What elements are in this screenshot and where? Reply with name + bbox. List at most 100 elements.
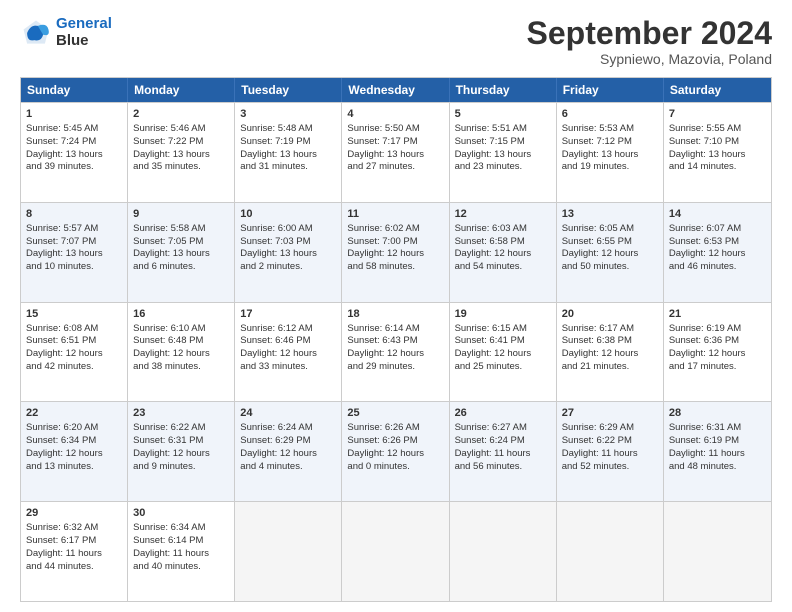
calendar-cell: 17Sunrise: 6:12 AM Sunset: 6:46 PM Dayli…: [235, 303, 342, 402]
header-day-sunday: Sunday: [21, 78, 128, 102]
calendar-cell: 4Sunrise: 5:50 AM Sunset: 7:17 PM Daylig…: [342, 103, 449, 202]
day-number: 24: [240, 406, 336, 421]
day-number: 11: [347, 207, 443, 222]
calendar-cell: 5Sunrise: 5:51 AM Sunset: 7:15 PM Daylig…: [450, 103, 557, 202]
day-info: Sunrise: 6:02 AM Sunset: 7:00 PM Dayligh…: [347, 223, 424, 272]
day-number: 8: [26, 207, 122, 222]
header: General Blue September 2024 Sypniewo, Ma…: [20, 16, 772, 67]
calendar-cell: [450, 502, 557, 601]
calendar-cell: 13Sunrise: 6:05 AM Sunset: 6:55 PM Dayli…: [557, 203, 664, 302]
calendar-cell: 12Sunrise: 6:03 AM Sunset: 6:58 PM Dayli…: [450, 203, 557, 302]
day-number: 20: [562, 307, 658, 322]
calendar-cell: 18Sunrise: 6:14 AM Sunset: 6:43 PM Dayli…: [342, 303, 449, 402]
day-number: 9: [133, 207, 229, 222]
day-info: Sunrise: 6:27 AM Sunset: 6:24 PM Dayligh…: [455, 422, 531, 471]
calendar-row-3: 15Sunrise: 6:08 AM Sunset: 6:51 PM Dayli…: [21, 302, 771, 402]
logo-text: General Blue: [56, 16, 112, 49]
day-info: Sunrise: 5:50 AM Sunset: 7:17 PM Dayligh…: [347, 123, 424, 172]
day-number: 25: [347, 406, 443, 421]
day-number: 3: [240, 107, 336, 122]
day-number: 29: [26, 506, 122, 521]
calendar-cell: 20Sunrise: 6:17 AM Sunset: 6:38 PM Dayli…: [557, 303, 664, 402]
calendar-body: 1Sunrise: 5:45 AM Sunset: 7:24 PM Daylig…: [21, 102, 771, 601]
day-number: 22: [26, 406, 122, 421]
day-number: 1: [26, 107, 122, 122]
day-info: Sunrise: 6:10 AM Sunset: 6:48 PM Dayligh…: [133, 323, 210, 372]
calendar-cell: 23Sunrise: 6:22 AM Sunset: 6:31 PM Dayli…: [128, 402, 235, 501]
day-info: Sunrise: 6:34 AM Sunset: 6:14 PM Dayligh…: [133, 522, 209, 571]
logo: General Blue: [20, 16, 112, 49]
header-day-wednesday: Wednesday: [342, 78, 449, 102]
calendar-cell: [342, 502, 449, 601]
day-info: Sunrise: 6:29 AM Sunset: 6:22 PM Dayligh…: [562, 422, 638, 471]
calendar-row-5: 29Sunrise: 6:32 AM Sunset: 6:17 PM Dayli…: [21, 501, 771, 601]
day-number: 17: [240, 307, 336, 322]
day-number: 21: [669, 307, 766, 322]
day-info: Sunrise: 5:57 AM Sunset: 7:07 PM Dayligh…: [26, 223, 103, 272]
day-number: 18: [347, 307, 443, 322]
day-number: 4: [347, 107, 443, 122]
day-number: 6: [562, 107, 658, 122]
day-number: 16: [133, 307, 229, 322]
day-info: Sunrise: 5:46 AM Sunset: 7:22 PM Dayligh…: [133, 123, 210, 172]
day-number: 15: [26, 307, 122, 322]
calendar-cell: 22Sunrise: 6:20 AM Sunset: 6:34 PM Dayli…: [21, 402, 128, 501]
day-info: Sunrise: 6:15 AM Sunset: 6:41 PM Dayligh…: [455, 323, 532, 372]
day-info: Sunrise: 6:17 AM Sunset: 6:38 PM Dayligh…: [562, 323, 639, 372]
calendar-header: SundayMondayTuesdayWednesdayThursdayFrid…: [21, 78, 771, 102]
calendar-cell: 14Sunrise: 6:07 AM Sunset: 6:53 PM Dayli…: [664, 203, 771, 302]
day-number: 19: [455, 307, 551, 322]
header-day-saturday: Saturday: [664, 78, 771, 102]
logo-icon: [20, 17, 52, 49]
day-info: Sunrise: 5:53 AM Sunset: 7:12 PM Dayligh…: [562, 123, 639, 172]
calendar: SundayMondayTuesdayWednesdayThursdayFrid…: [20, 77, 772, 602]
header-day-monday: Monday: [128, 78, 235, 102]
day-number: 13: [562, 207, 658, 222]
day-info: Sunrise: 6:26 AM Sunset: 6:26 PM Dayligh…: [347, 422, 424, 471]
calendar-row-4: 22Sunrise: 6:20 AM Sunset: 6:34 PM Dayli…: [21, 401, 771, 501]
day-info: Sunrise: 6:14 AM Sunset: 6:43 PM Dayligh…: [347, 323, 424, 372]
location: Sypniewo, Mazovia, Poland: [527, 51, 772, 67]
header-day-thursday: Thursday: [450, 78, 557, 102]
day-info: Sunrise: 5:55 AM Sunset: 7:10 PM Dayligh…: [669, 123, 746, 172]
day-info: Sunrise: 6:05 AM Sunset: 6:55 PM Dayligh…: [562, 223, 639, 272]
day-info: Sunrise: 6:19 AM Sunset: 6:36 PM Dayligh…: [669, 323, 746, 372]
calendar-cell: 30Sunrise: 6:34 AM Sunset: 6:14 PM Dayli…: [128, 502, 235, 601]
calendar-cell: 3Sunrise: 5:48 AM Sunset: 7:19 PM Daylig…: [235, 103, 342, 202]
calendar-cell: 11Sunrise: 6:02 AM Sunset: 7:00 PM Dayli…: [342, 203, 449, 302]
day-info: Sunrise: 6:32 AM Sunset: 6:17 PM Dayligh…: [26, 522, 102, 571]
day-info: Sunrise: 6:07 AM Sunset: 6:53 PM Dayligh…: [669, 223, 746, 272]
header-day-tuesday: Tuesday: [235, 78, 342, 102]
day-number: 23: [133, 406, 229, 421]
day-info: Sunrise: 6:24 AM Sunset: 6:29 PM Dayligh…: [240, 422, 317, 471]
day-number: 7: [669, 107, 766, 122]
calendar-cell: 19Sunrise: 6:15 AM Sunset: 6:41 PM Dayli…: [450, 303, 557, 402]
calendar-cell: 21Sunrise: 6:19 AM Sunset: 6:36 PM Dayli…: [664, 303, 771, 402]
page: General Blue September 2024 Sypniewo, Ma…: [0, 0, 792, 612]
calendar-cell: 16Sunrise: 6:10 AM Sunset: 6:48 PM Dayli…: [128, 303, 235, 402]
day-number: 30: [133, 506, 229, 521]
calendar-cell: 25Sunrise: 6:26 AM Sunset: 6:26 PM Dayli…: [342, 402, 449, 501]
calendar-cell: 2Sunrise: 5:46 AM Sunset: 7:22 PM Daylig…: [128, 103, 235, 202]
calendar-row-1: 1Sunrise: 5:45 AM Sunset: 7:24 PM Daylig…: [21, 102, 771, 202]
calendar-cell: [235, 502, 342, 601]
calendar-cell: 27Sunrise: 6:29 AM Sunset: 6:22 PM Dayli…: [557, 402, 664, 501]
calendar-cell: 28Sunrise: 6:31 AM Sunset: 6:19 PM Dayli…: [664, 402, 771, 501]
calendar-cell: 6Sunrise: 5:53 AM Sunset: 7:12 PM Daylig…: [557, 103, 664, 202]
day-number: 10: [240, 207, 336, 222]
calendar-cell: [664, 502, 771, 601]
day-info: Sunrise: 5:45 AM Sunset: 7:24 PM Dayligh…: [26, 123, 103, 172]
day-info: Sunrise: 6:03 AM Sunset: 6:58 PM Dayligh…: [455, 223, 532, 272]
day-info: Sunrise: 6:20 AM Sunset: 6:34 PM Dayligh…: [26, 422, 103, 471]
day-info: Sunrise: 5:58 AM Sunset: 7:05 PM Dayligh…: [133, 223, 210, 272]
calendar-cell: 15Sunrise: 6:08 AM Sunset: 6:51 PM Dayli…: [21, 303, 128, 402]
day-info: Sunrise: 6:22 AM Sunset: 6:31 PM Dayligh…: [133, 422, 210, 471]
calendar-cell: 24Sunrise: 6:24 AM Sunset: 6:29 PM Dayli…: [235, 402, 342, 501]
calendar-cell: 26Sunrise: 6:27 AM Sunset: 6:24 PM Dayli…: [450, 402, 557, 501]
calendar-row-2: 8Sunrise: 5:57 AM Sunset: 7:07 PM Daylig…: [21, 202, 771, 302]
day-info: Sunrise: 6:00 AM Sunset: 7:03 PM Dayligh…: [240, 223, 317, 272]
calendar-cell: 29Sunrise: 6:32 AM Sunset: 6:17 PM Dayli…: [21, 502, 128, 601]
day-number: 12: [455, 207, 551, 222]
day-number: 5: [455, 107, 551, 122]
day-number: 2: [133, 107, 229, 122]
